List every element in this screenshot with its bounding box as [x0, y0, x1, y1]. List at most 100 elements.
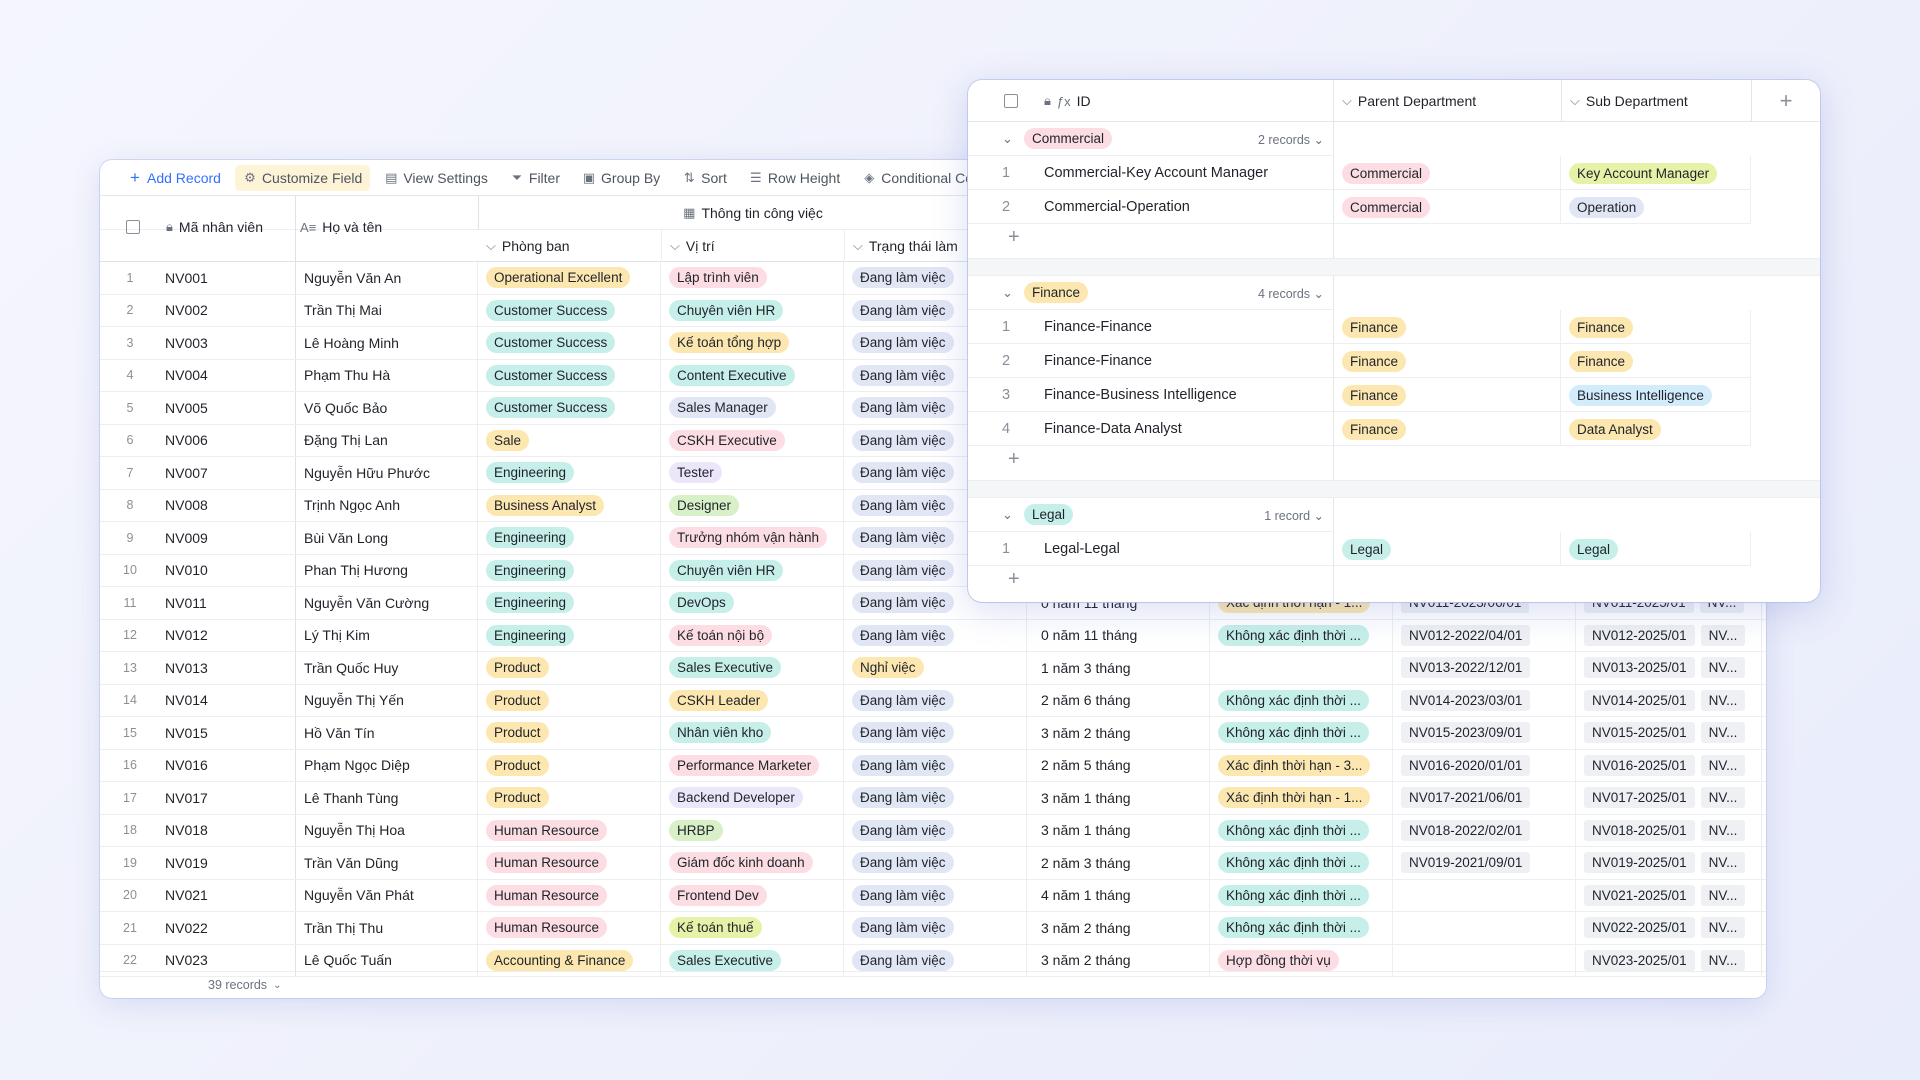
dept-cell[interactable]: Human Resource — [478, 912, 661, 944]
emp-id-cell[interactable]: NV013 — [160, 652, 295, 684]
emp-id-cell[interactable]: NV001 — [160, 262, 295, 294]
id-cell[interactable]: Finance-Finance — [1044, 310, 1334, 344]
conditional-coloring-button[interactable]: ◈ Conditional Col — [854, 165, 984, 191]
list-item[interactable]: 4 Finance-Data Analyst Finance Data Anal… — [968, 412, 1820, 446]
dept-cell[interactable]: Product — [478, 749, 661, 781]
position-cell[interactable]: Chuyên viên HR — [661, 294, 844, 326]
sub-dept-cell[interactable]: Finance — [1561, 344, 1751, 378]
dept-cell[interactable]: Engineering — [478, 522, 661, 554]
tenure-cell[interactable]: 0 năm 11 tháng — [1027, 619, 1210, 651]
dept-cell[interactable]: Sale — [478, 424, 661, 456]
name-cell[interactable]: Lý Thị Kim — [295, 619, 478, 651]
position-cell[interactable]: Trưởng nhóm vận hành — [661, 522, 844, 554]
emp-id-cell[interactable]: NV016 — [160, 750, 295, 782]
id-cell[interactable]: Commercial-Key Account Manager — [1044, 156, 1334, 190]
position-cell[interactable]: Kế toán tổng hợp — [661, 327, 844, 359]
table-row[interactable]: 13 NV013 Trần Quốc Huy Product Sales Executi… — [100, 652, 1766, 685]
contract-cell[interactable]: NV017-2021/06/01 — [1393, 782, 1576, 814]
table-row[interactable]: 21 NV022 Trần Thị Thu Human Resource Kế toán… — [100, 912, 1766, 945]
name-cell[interactable]: Nguyễn Văn An — [295, 262, 478, 294]
sort-button[interactable]: ⇅ Sort — [674, 165, 735, 191]
contract-type-cell[interactable]: Không xác định thời ... — [1210, 619, 1393, 651]
status-cell[interactable]: Đang làm việc — [844, 847, 1027, 879]
emp-id-cell[interactable]: NV003 — [160, 327, 295, 359]
emp-id-cell[interactable]: NV007 — [160, 457, 295, 489]
group-header-finance[interactable]: ⌄ Finance 4 records ⌄ — [968, 276, 1820, 310]
position-cell[interactable]: CSKH Executive — [661, 424, 844, 456]
sub-dept-cell[interactable]: Operation — [1561, 190, 1751, 224]
position-cell[interactable]: Lập trình viên — [661, 262, 844, 294]
id-cell[interactable]: Legal-Legal — [1044, 532, 1334, 566]
position-cell[interactable]: Tester — [661, 457, 844, 489]
position-cell[interactable]: DevOps — [661, 587, 844, 619]
contract-type-cell[interactable]: Không xác định thời ... — [1210, 717, 1393, 749]
add-row-button[interactable]: + — [1008, 226, 1020, 249]
list-item[interactable]: 2 Finance-Finance Finance Finance — [968, 344, 1820, 378]
status-cell[interactable]: Đang làm việc — [844, 814, 1027, 846]
tenure-cell[interactable]: 3 năm 1 tháng — [1027, 782, 1210, 814]
id-cell[interactable]: Finance-Business Intelligence — [1044, 378, 1334, 412]
name-cell[interactable]: Trần Văn Dũng — [295, 847, 478, 879]
tenure-cell[interactable]: 3 năm 1 tháng — [1027, 814, 1210, 846]
emp-id-cell[interactable]: NV021 — [160, 880, 295, 912]
emp-id-cell[interactable]: NV011 — [160, 587, 295, 619]
contract-cell[interactable]: NV013-2022/12/01 — [1393, 652, 1576, 684]
name-cell[interactable]: Trần Thị Mai — [295, 294, 478, 326]
parent-dept-cell[interactable]: Finance — [1334, 310, 1561, 344]
table-row[interactable]: 18 NV018 Nguyễn Thị Hoa Human Resource HRBP Đ… — [100, 814, 1766, 847]
group-header-commercial[interactable]: ⌄ Commercial 2 records ⌄ — [968, 122, 1820, 156]
name-cell[interactable]: Phạm Ngọc Diệp — [295, 749, 478, 781]
name-cell[interactable]: Lê Hoàng Minh — [295, 327, 478, 359]
contract-cell[interactable]: NV018-2022/02/01 — [1393, 814, 1576, 846]
status-cell[interactable]: Đang làm việc — [844, 619, 1027, 651]
appendix-cell[interactable]: NV022-2025/01 NV... — [1576, 912, 1762, 944]
parent-dept-cell[interactable]: Finance — [1334, 344, 1561, 378]
appendix-cell[interactable]: NV013-2025/01 NV... — [1576, 652, 1762, 684]
name-cell[interactable]: Nguyễn Thị Hoa — [295, 814, 478, 846]
name-cell[interactable]: Nguyễn Thị Yến — [295, 684, 478, 716]
dept-cell[interactable]: Customer Success — [478, 294, 661, 326]
add-row-button[interactable]: + — [1008, 568, 1020, 591]
emp-id-cell[interactable]: NV014 — [160, 685, 295, 717]
appendix-cell[interactable]: NV015-2025/01 NV... — [1576, 717, 1762, 749]
status-cell[interactable]: Đang làm việc — [844, 782, 1027, 814]
column-status-header[interactable]: ⌵ Trạng thái làm — [844, 230, 958, 262]
parent-dept-cell[interactable]: Finance — [1334, 378, 1561, 412]
appendix-cell[interactable]: NV021-2025/01 NV... — [1576, 879, 1762, 911]
group-record-count[interactable]: 1 record ⌄ — [968, 508, 1324, 523]
id-cell[interactable]: Finance-Data Analyst — [1044, 412, 1334, 446]
contract-cell[interactable]: NV019-2021/09/01 — [1393, 847, 1576, 879]
overlay-column-sub-header[interactable]: ⌵ Sub Department — [1561, 80, 1688, 122]
position-cell[interactable]: Chuyên viên HR — [661, 554, 844, 586]
appendix-cell[interactable]: NV014-2025/01 NV... — [1576, 684, 1762, 716]
status-cell[interactable]: Đang làm việc — [844, 717, 1027, 749]
filter-button[interactable]: ⏷ Filter — [502, 165, 568, 191]
dept-cell[interactable]: Engineering — [478, 587, 661, 619]
contract-type-cell[interactable]: Không xác định thời ... — [1210, 814, 1393, 846]
table-row[interactable]: 19 NV019 Trần Văn Dũng Human Resource Giám đ… — [100, 847, 1766, 880]
contract-type-cell[interactable]: Không xác định thời ... — [1210, 879, 1393, 911]
name-cell[interactable]: Lê Thanh Tùng — [295, 782, 478, 814]
status-cell[interactable]: Đang làm việc — [844, 684, 1027, 716]
contract-type-cell[interactable]: Không xác định thời ... — [1210, 847, 1393, 879]
sub-dept-cell[interactable]: Legal — [1561, 532, 1751, 566]
table-row[interactable]: 14 NV014 Nguyễn Thị Yến Product CSKH Leader Đ… — [100, 684, 1766, 717]
table-row[interactable]: 15 NV015 Hồ Văn Tín Product Nhân viên kho Đan… — [100, 717, 1766, 750]
position-cell[interactable]: Kế toán nội bộ — [661, 619, 844, 651]
emp-id-cell[interactable]: NV022 — [160, 912, 295, 944]
position-cell[interactable]: Content Executive — [661, 359, 844, 391]
column-group-job-info-header[interactable]: ▦ Thông tin công việc — [478, 196, 1027, 230]
position-cell[interactable]: Giám đốc kinh doanh — [661, 847, 844, 879]
contract-type-cell[interactable]: Xác định thời hạn - 3... — [1210, 749, 1393, 781]
parent-dept-cell[interactable]: Commercial — [1334, 156, 1561, 190]
name-cell[interactable]: Đặng Thị Lan — [295, 424, 478, 456]
contract-cell[interactable]: NV012-2022/04/01 — [1393, 619, 1576, 651]
name-cell[interactable]: Trần Quốc Huy — [295, 652, 478, 684]
appendix-cell[interactable]: NV018-2025/01 NV... — [1576, 814, 1762, 846]
contract-cell[interactable]: NV014-2023/03/01 — [1393, 684, 1576, 716]
emp-id-cell[interactable]: NV005 — [160, 392, 295, 424]
contract-type-cell[interactable] — [1210, 652, 1393, 684]
name-cell[interactable]: Phạm Thu Hà — [295, 359, 478, 391]
emp-id-cell[interactable]: NV012 — [160, 620, 295, 652]
position-cell[interactable]: Backend Developer — [661, 782, 844, 814]
